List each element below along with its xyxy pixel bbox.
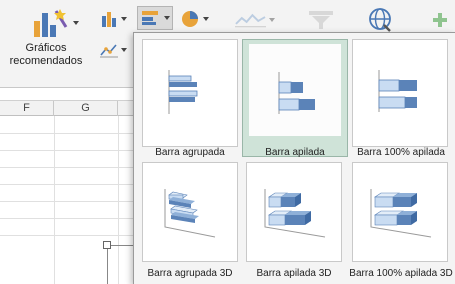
chevron-down-icon — [269, 18, 275, 22]
bar-stacked-option[interactable] — [242, 39, 348, 157]
funnel-icon — [309, 11, 333, 29]
pie-chart-icon — [182, 11, 198, 27]
chevron-down-icon — [73, 21, 79, 25]
bar-stacked-3d-option[interactable] — [246, 162, 342, 262]
grid-line — [54, 116, 55, 284]
chevron-down-icon — [121, 17, 127, 21]
bar-chart-gallery: Barra agrupada Barra apilada Barra 100% … — [133, 32, 455, 284]
percent-stacked-bar-3d-icon — [370, 189, 432, 238]
column-header-g[interactable]: G — [54, 101, 118, 116]
bar-clustered-thumbnail — [145, 42, 235, 132]
bar-100-stacked-option[interactable] — [352, 39, 448, 147]
bar-stacked-3d-label: Barra apilada 3D — [256, 268, 332, 279]
selection-handle[interactable] — [103, 241, 111, 249]
globe-link-icon — [369, 8, 391, 32]
grid-line — [0, 235, 140, 236]
filter-button[interactable] — [308, 8, 338, 32]
clustered-bar-icon — [168, 70, 198, 114]
grid-line — [0, 167, 140, 168]
bar-100-stacked-thumbnail — [355, 42, 445, 132]
hyperlink-button[interactable] — [368, 7, 398, 33]
bar-clustered-3d-option[interactable] — [142, 162, 238, 262]
scatter-chart-button[interactable] — [100, 40, 130, 60]
pie-chart-button[interactable] — [180, 8, 212, 30]
chevron-down-icon — [121, 48, 127, 52]
column-header-f[interactable]: F — [0, 101, 54, 116]
bar-100-stacked-3d-thumbnail — [355, 165, 445, 255]
bar-100-stacked-label: Barra 100% apilada — [357, 147, 445, 158]
bar-stacked-thumbnail — [249, 44, 341, 136]
bar-clustered-3d-thumbnail — [145, 165, 235, 255]
percent-stacked-bar-icon — [378, 70, 417, 112]
bar-clustered-label: Barra agrupada — [155, 147, 225, 158]
stacked-bar-icon — [278, 72, 315, 114]
chevron-down-icon — [203, 17, 209, 21]
recommended-charts-icon — [34, 9, 68, 37]
bar-clustered-3d-label: Barra agrupada 3D — [147, 268, 233, 279]
column-chart-icon — [102, 12, 116, 27]
bar-100-stacked-3d-option[interactable] — [352, 162, 448, 262]
bar-100-stacked-3d-label: Barra 100% apilada 3D — [349, 268, 453, 279]
clustered-bar-3d-icon — [164, 189, 216, 238]
bar-stacked-label: Barra apilada — [265, 147, 325, 158]
grid-line — [0, 184, 140, 185]
grid-line — [0, 201, 140, 202]
scatter-chart-icon — [100, 44, 118, 58]
stacked-bar-3d-icon — [264, 189, 326, 238]
grid-line — [0, 133, 140, 134]
chevron-down-icon — [164, 16, 170, 20]
recommended-charts-button[interactable] — [30, 6, 90, 40]
bar-chart-icon — [142, 11, 158, 25]
grid-line — [0, 218, 140, 219]
bar-chart-button[interactable] — [137, 6, 173, 30]
area-chart-icon — [235, 13, 266, 28]
bar-stacked-3d-thumbnail — [249, 165, 339, 255]
plus-icon — [433, 13, 447, 27]
bar-clustered-option[interactable] — [142, 39, 238, 147]
recommended-charts-label: Gráficos recomendados — [9, 42, 83, 67]
column-chart-button[interactable] — [100, 8, 130, 30]
add-icon-button[interactable] — [432, 10, 452, 30]
grid-line — [0, 150, 140, 151]
area-chart-button[interactable] — [235, 10, 275, 30]
